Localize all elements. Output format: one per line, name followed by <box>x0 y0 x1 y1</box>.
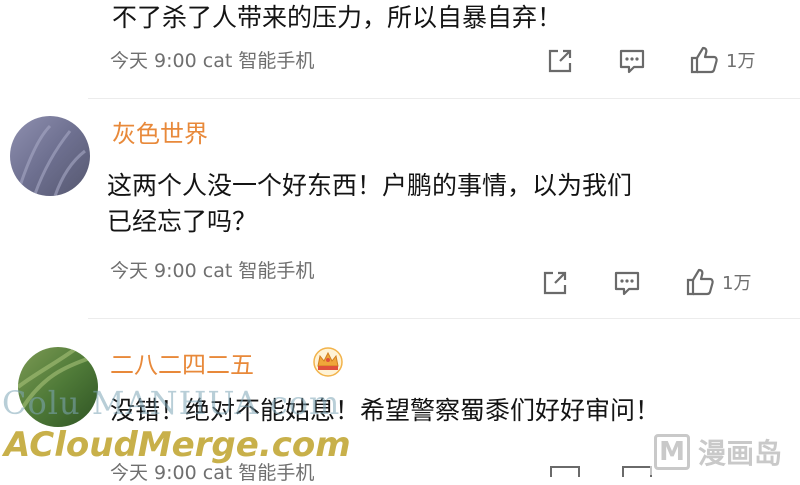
share-button-3[interactable] <box>550 466 580 477</box>
like-button-1[interactable]: 1万 <box>688 44 755 76</box>
logo-text: 漫画岛 <box>698 436 783 470</box>
like-count-2: 1万 <box>722 273 752 294</box>
watermark-site-bottom: ACloudMerge.com <box>4 425 351 465</box>
share-button-2[interactable] <box>540 268 570 298</box>
watermark-site-top: Colu MANHUA com <box>2 384 341 422</box>
comment-button-2[interactable] <box>612 268 642 298</box>
thumbs-up-icon <box>686 268 714 296</box>
share-icon <box>548 49 572 73</box>
comment-text-1: 不了杀了人带来的压力，所以自暴自弃！ <box>112 3 563 32</box>
username-3[interactable]: 二八二四二五 <box>110 345 254 380</box>
thumbs-up-icon <box>690 46 718 74</box>
logo-letter: M <box>654 433 690 470</box>
comment-meta-2: 今天 9:00 cat 智能手机 <box>110 260 315 282</box>
divider-2 <box>88 318 800 319</box>
like-button-2[interactable]: 1万 <box>684 266 751 298</box>
comment-text-2-line-1: 这两个人没一个好东西！户鹏的事情，以为我们 <box>107 171 633 200</box>
avatar-image <box>10 116 90 196</box>
username-2[interactable]: 灰色世界 <box>112 114 208 149</box>
avatar-user-2[interactable] <box>10 116 90 196</box>
crown-badge-icon <box>310 345 346 377</box>
share-icon <box>543 271 567 295</box>
comment-text-2-line-2: 已经忘了吗？ <box>107 207 258 236</box>
divider-1 <box>88 98 800 99</box>
comment-meta-1: 今天 9:00 cat 智能手机 <box>110 50 315 72</box>
like-count-1: 1万 <box>726 51 756 72</box>
comment-button-1[interactable] <box>617 46 647 76</box>
comment-icon <box>614 271 640 296</box>
share-button-1[interactable] <box>545 46 575 76</box>
comment-button-3[interactable] <box>622 466 652 477</box>
comment-icon <box>619 49 645 74</box>
watermark-logo: M 漫画岛 <box>650 428 800 475</box>
